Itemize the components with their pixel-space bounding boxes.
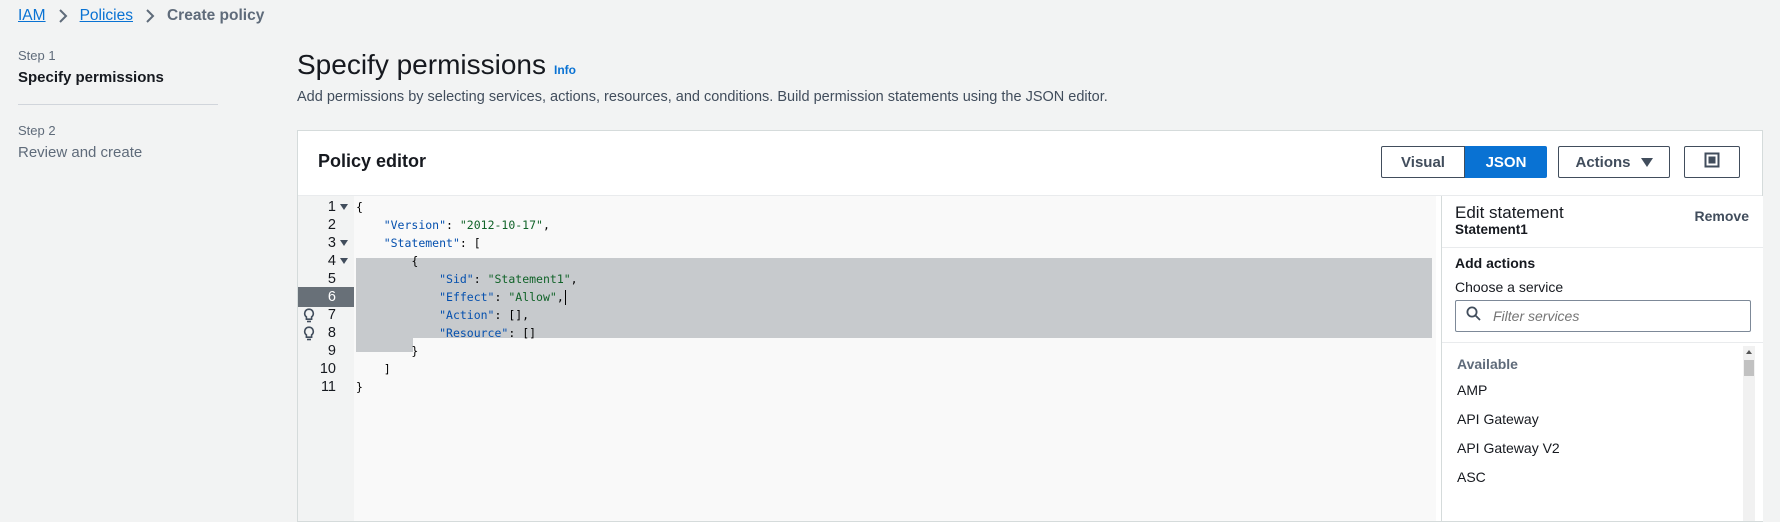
code-text: } <box>411 344 419 358</box>
code-line: 7 "Action": [], <box>298 305 1436 325</box>
fold-arrow-icon[interactable] <box>340 204 348 210</box>
line-number: 10 <box>319 361 336 377</box>
code-text: "Effect": "Allow", <box>439 290 566 305</box>
wizard-steps: Step 1 Specify permissions Step 2 Review… <box>18 48 218 161</box>
chevron-right-icon <box>58 9 68 23</box>
json-mode-button[interactable]: JSON <box>1465 146 1547 178</box>
step-1-number: Step 1 <box>18 48 56 63</box>
policy-editor: Policy editor Visual JSON Actions 1 { 2 … <box>297 130 1763 522</box>
fold-arrow-icon[interactable] <box>340 258 348 264</box>
choose-service-label: Choose a service <box>1455 279 1564 295</box>
editor-mode-toggle: Visual JSON <box>1381 146 1547 178</box>
code-text: "Statement": [ <box>383 236 481 250</box>
policy-editor-header: Policy editor Visual JSON Actions <box>298 131 1762 196</box>
code-text: "Resource": [] <box>439 326 537 340</box>
add-actions-heading: Add actions <box>1455 255 1536 271</box>
code-text: "Sid": "Statement1", <box>439 272 578 286</box>
code-line: 1 { <box>298 197 1436 217</box>
chevron-right-icon <box>145 9 155 23</box>
breadcrumb-current: Create policy <box>166 7 265 24</box>
edit-statement-header: Edit statement Statement1 Remove <box>1442 196 1763 248</box>
line-number: 2 <box>327 217 336 233</box>
step-1-title: Specify permissions <box>18 69 164 86</box>
remove-statement-button[interactable]: Remove <box>1695 208 1749 224</box>
json-code-editor[interactable]: 1 { 2 "Version": "2012-10-17", 3 "Statem… <box>298 196 1436 521</box>
code-text: { <box>356 200 363 214</box>
code-line: 8 "Resource": [] <box>298 323 1436 343</box>
filter-services-field[interactable] <box>1455 300 1751 332</box>
service-option-asc[interactable]: ASC <box>1457 469 1486 485</box>
breadcrumb: IAM Policies Create policy <box>18 7 264 25</box>
caret-down-icon <box>1640 157 1653 167</box>
page-title: Specify permissions Info <box>297 49 576 81</box>
text-cursor <box>564 290 566 305</box>
statement-name: Statement1 <box>1455 222 1528 237</box>
fullscreen-icon <box>1704 152 1720 173</box>
line-number: 5 <box>327 271 336 287</box>
filter-services-input[interactable] <box>1491 307 1735 325</box>
fullscreen-button[interactable] <box>1684 146 1740 178</box>
code-text: { <box>411 254 419 268</box>
actions-dropdown-button[interactable]: Actions <box>1558 146 1670 178</box>
available-services-heading: Available <box>1457 356 1518 372</box>
breadcrumb-iam-link[interactable]: IAM <box>18 7 46 25</box>
actions-label: Actions <box>1575 153 1631 171</box>
service-option-api-gateway-v2[interactable]: API Gateway V2 <box>1457 440 1560 456</box>
visual-mode-button[interactable]: Visual <box>1381 146 1465 178</box>
line-number: 9 <box>327 343 336 359</box>
scroll-up-icon[interactable] <box>1746 350 1752 354</box>
edit-statement-title: Edit statement <box>1455 203 1564 222</box>
code-text: ] <box>383 362 391 376</box>
code-line: 10 ] <box>298 359 1436 379</box>
fold-arrow-icon[interactable] <box>340 240 348 246</box>
line-number: 11 <box>320 379 336 395</box>
info-link[interactable]: Info <box>554 63 576 77</box>
code-line: 11 } <box>298 377 1436 397</box>
page-description: Add permissions by selecting services, a… <box>297 89 1108 105</box>
service-option-amp[interactable]: AMP <box>1457 382 1487 398</box>
code-line: 4 { <box>298 251 1436 271</box>
policy-editor-title: Policy editor <box>318 151 427 171</box>
step-divider <box>18 104 218 105</box>
code-line: 6 "Effect": "Allow", <box>298 287 1436 307</box>
code-line: 5 "Sid": "Statement1", <box>298 269 1436 289</box>
breadcrumb-policies-link[interactable]: Policies <box>80 7 133 25</box>
services-scrollbar[interactable] <box>1743 346 1755 521</box>
code-line: 9 } <box>298 341 1436 361</box>
step-2-title[interactable]: Review and create <box>18 144 218 161</box>
divider <box>1442 342 1763 343</box>
page-title-text: Specify permissions <box>297 49 546 80</box>
code-line: 2 "Version": "2012-10-17", <box>298 215 1436 235</box>
service-option-api-gateway[interactable]: API Gateway <box>1457 411 1539 427</box>
scrollbar-thumb[interactable] <box>1744 360 1754 376</box>
edit-statement-panel: Edit statement Statement1 Remove Add act… <box>1441 196 1763 521</box>
code-text: "Version": "2012-10-17", <box>383 218 550 232</box>
code-line: 3 "Statement": [ <box>298 233 1436 253</box>
step-2-number: Step 2 <box>18 123 56 138</box>
search-icon <box>1466 306 1481 326</box>
line-number-current: 6 <box>298 287 354 307</box>
code-text: } <box>356 380 363 394</box>
code-text: "Action": [], <box>439 308 530 322</box>
